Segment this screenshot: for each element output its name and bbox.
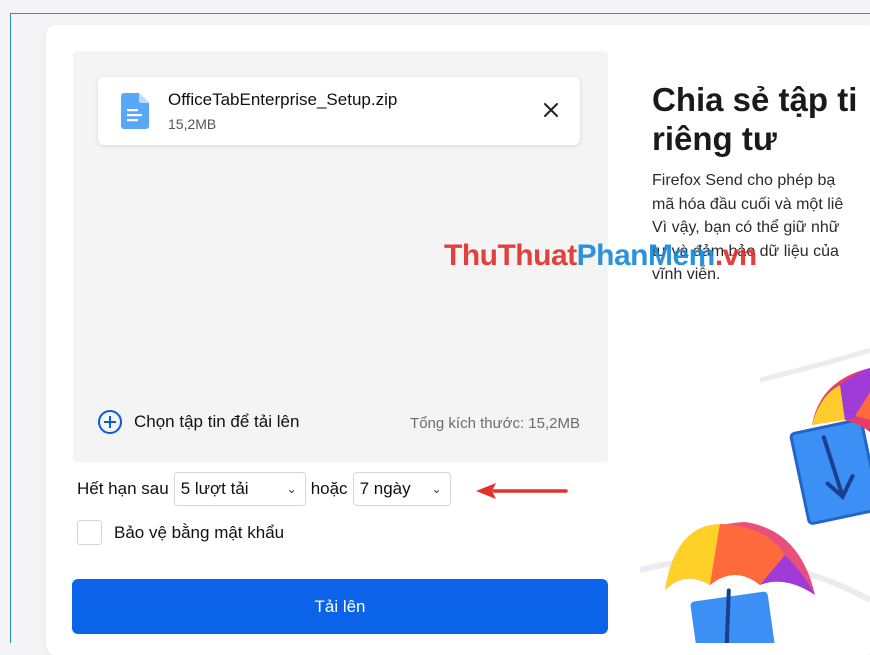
umbrella-illustration: [640, 347, 870, 643]
page-title: Chia sẻ tập ti riêng tư: [652, 80, 870, 158]
days-select[interactable]: 7 ngày ⌄: [352, 472, 451, 506]
add-files-button[interactable]: Chọn tập tin để tải lên: [98, 410, 299, 434]
window-frame-left: [10, 13, 11, 643]
chevron-down-icon: ⌄: [431, 482, 442, 496]
total-size: Tổng kích thước: 15,2MB: [410, 415, 580, 432]
upload-button[interactable]: Tải lên: [72, 579, 608, 634]
window-frame-top: [10, 13, 870, 14]
watermark: ThuThuatPhanMem.vn: [444, 239, 757, 272]
password-checkbox[interactable]: [77, 520, 102, 545]
downloads-select-value: 5 lượt tải: [180, 479, 249, 498]
desc-line: Vì vậy, bạn có thể giữ nhữ: [652, 219, 840, 236]
close-icon[interactable]: [540, 99, 562, 121]
password-option[interactable]: Bảo vệ bằng mật khẩu: [77, 520, 284, 545]
chevron-down-icon: ⌄: [286, 482, 297, 496]
add-files-label: Chọn tập tin để tải lên: [134, 412, 300, 431]
password-label: Bảo vệ bằng mật khẩu: [114, 522, 285, 542]
desc-line: mã hóa đầu cuối và một liê: [652, 195, 844, 213]
desc-line: Firefox Send cho phép bạ: [652, 172, 836, 189]
days-select-value: 7 ngày: [359, 479, 411, 498]
expiry-connector: hoặc: [310, 479, 348, 498]
expiry-row: Hết hạn sau 5 lượt tải ⌄ hoặc 7 ngày ⌄: [77, 472, 456, 506]
annotation-arrow-icon: [476, 483, 568, 499]
file-size: 15,2MB: [168, 116, 217, 132]
title-line-2: riêng tư: [652, 120, 777, 157]
downloads-select[interactable]: 5 lượt tải ⌄: [173, 472, 306, 506]
file-name: OfficeTabEnterprise_Setup.zip: [168, 90, 398, 109]
expiry-prefix: Hết hạn sau: [77, 479, 169, 498]
title-line-1: Chia sẻ tập ti: [652, 81, 858, 118]
plus-circle-icon: [98, 410, 122, 434]
file-item: OfficeTabEnterprise_Setup.zip 15,2MB: [98, 77, 580, 145]
file-document-icon: [121, 93, 149, 129]
